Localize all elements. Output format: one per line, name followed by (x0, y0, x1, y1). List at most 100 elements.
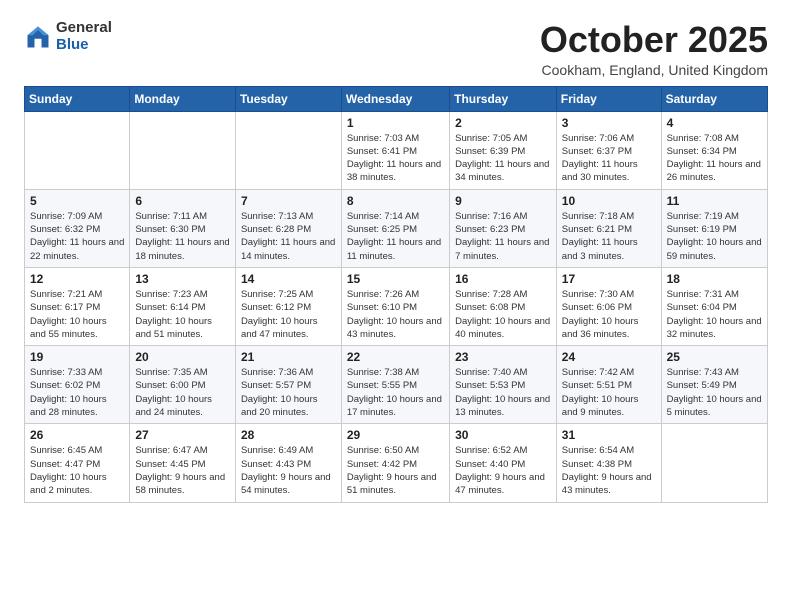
calendar-cell: 5 Sunrise: 7:09 AM Sunset: 6:32 PM Daylig… (25, 189, 130, 267)
day-number: 22 (347, 350, 444, 364)
day-number: 12 (30, 272, 124, 286)
day-number: 14 (241, 272, 336, 286)
day-info: Sunrise: 7:05 AM Sunset: 6:39 PM Dayligh… (455, 132, 551, 185)
day-number: 31 (562, 428, 656, 442)
calendar-cell: 21 Sunrise: 7:36 AM Sunset: 5:57 PM Dayli… (235, 346, 341, 424)
day-info: Sunrise: 7:08 AM Sunset: 6:34 PM Dayligh… (667, 132, 762, 185)
day-number: 29 (347, 428, 444, 442)
day-info: Sunrise: 7:19 AM Sunset: 6:19 PM Dayligh… (667, 210, 762, 263)
calendar-cell: 11 Sunrise: 7:19 AM Sunset: 6:19 PM Dayli… (661, 189, 767, 267)
day-info: Sunrise: 7:25 AM Sunset: 6:12 PM Dayligh… (241, 288, 336, 341)
day-number: 5 (30, 194, 124, 208)
calendar-cell: 28Sunrise: 6:49 AM Sunset: 4:43 PM Dayli… (235, 424, 341, 502)
calendar-cell: 26 Sunrise: 6:45 AM Sunset: 4:47 PM Dayli… (25, 424, 130, 502)
day-info: Sunrise: 6:54 AM Sunset: 4:38 PM Dayligh… (562, 444, 656, 497)
calendar-cell (130, 111, 236, 189)
calendar-cell: 25Sunrise: 7:43 AM Sunset: 5:49 PM Dayli… (661, 346, 767, 424)
calendar-cell: 31 Sunrise: 6:54 AM Sunset: 4:38 PM Dayli… (556, 424, 661, 502)
calendar-cell: 9Sunrise: 7:16 AM Sunset: 6:23 PM Daylig… (450, 189, 557, 267)
day-info: Sunrise: 7:30 AM Sunset: 6:06 PM Dayligh… (562, 288, 656, 341)
day-number: 3 (562, 116, 656, 130)
day-number: 27 (135, 428, 230, 442)
calendar-cell (235, 111, 341, 189)
month-title: October 2025 (540, 20, 768, 60)
day-number: 2 (455, 116, 551, 130)
day-info: Sunrise: 7:21 AM Sunset: 6:17 PM Dayligh… (30, 288, 124, 341)
day-info: Sunrise: 7:14 AM Sunset: 6:25 PM Dayligh… (347, 210, 444, 263)
calendar-cell (25, 111, 130, 189)
day-number: 26 (30, 428, 124, 442)
day-number: 28 (241, 428, 336, 442)
calendar-cell: 3 Sunrise: 7:06 AM Sunset: 6:37 PM Daylig… (556, 111, 661, 189)
calendar-cell: 7Sunrise: 7:13 AM Sunset: 6:28 PM Daylig… (235, 189, 341, 267)
day-number: 24 (562, 350, 656, 364)
calendar-header-row: Sunday Monday Tuesday Wednesday Thursday… (25, 86, 768, 111)
col-wednesday: Wednesday (341, 86, 449, 111)
page: General Blue October 2025 Cookham, Engla… (0, 0, 792, 519)
day-number: 7 (241, 194, 336, 208)
calendar-cell: 10 Sunrise: 7:18 AM Sunset: 6:21 PM Dayli… (556, 189, 661, 267)
logo: General Blue (24, 20, 112, 53)
calendar-cell: 14 Sunrise: 7:25 AM Sunset: 6:12 PM Dayli… (235, 267, 341, 345)
calendar-cell: 29Sunrise: 6:50 AM Sunset: 4:42 PM Dayli… (341, 424, 449, 502)
day-number: 20 (135, 350, 230, 364)
day-info: Sunrise: 7:18 AM Sunset: 6:21 PM Dayligh… (562, 210, 656, 263)
header: General Blue October 2025 Cookham, Engla… (24, 20, 768, 78)
day-info: Sunrise: 7:06 AM Sunset: 6:37 PM Dayligh… (562, 132, 656, 185)
day-info: Sunrise: 7:28 AM Sunset: 6:08 PM Dayligh… (455, 288, 551, 341)
day-number: 23 (455, 350, 551, 364)
col-thursday: Thursday (450, 86, 557, 111)
col-tuesday: Tuesday (235, 86, 341, 111)
day-number: 6 (135, 194, 230, 208)
logo-general-text: General (56, 20, 112, 37)
day-info: Sunrise: 6:45 AM Sunset: 4:47 PM Dayligh… (30, 444, 124, 497)
day-info: Sunrise: 7:35 AM Sunset: 6:00 PM Dayligh… (135, 366, 230, 419)
col-sunday: Sunday (25, 86, 130, 111)
calendar-cell: 30 Sunrise: 6:52 AM Sunset: 4:40 PM Dayli… (450, 424, 557, 502)
day-info: Sunrise: 7:09 AM Sunset: 6:32 PM Dayligh… (30, 210, 124, 263)
calendar-cell: 19Sunrise: 7:33 AM Sunset: 6:02 PM Dayli… (25, 346, 130, 424)
calendar-cell (661, 424, 767, 502)
calendar-cell: 12 Sunrise: 7:21 AM Sunset: 6:17 PM Dayli… (25, 267, 130, 345)
calendar-cell: 13Sunrise: 7:23 AM Sunset: 6:14 PM Dayli… (130, 267, 236, 345)
day-number: 30 (455, 428, 551, 442)
day-number: 21 (241, 350, 336, 364)
day-number: 15 (347, 272, 444, 286)
day-info: Sunrise: 7:36 AM Sunset: 5:57 PM Dayligh… (241, 366, 336, 419)
day-number: 9 (455, 194, 551, 208)
week-row-5: 26 Sunrise: 6:45 AM Sunset: 4:47 PM Dayli… (25, 424, 768, 502)
day-info: Sunrise: 7:26 AM Sunset: 6:10 PM Dayligh… (347, 288, 444, 341)
calendar-cell: 1Sunrise: 7:03 AM Sunset: 6:41 PM Daylig… (341, 111, 449, 189)
calendar-cell: 4 Sunrise: 7:08 AM Sunset: 6:34 PM Daylig… (661, 111, 767, 189)
day-info: Sunrise: 6:52 AM Sunset: 4:40 PM Dayligh… (455, 444, 551, 497)
logo-icon (24, 23, 52, 51)
day-info: Sunrise: 7:40 AM Sunset: 5:53 PM Dayligh… (455, 366, 551, 419)
day-number: 4 (667, 116, 762, 130)
day-number: 8 (347, 194, 444, 208)
day-number: 16 (455, 272, 551, 286)
calendar-cell: 6Sunrise: 7:11 AM Sunset: 6:30 PM Daylig… (130, 189, 236, 267)
day-info: Sunrise: 7:43 AM Sunset: 5:49 PM Dayligh… (667, 366, 762, 419)
calendar-cell: 2 Sunrise: 7:05 AM Sunset: 6:39 PM Daylig… (450, 111, 557, 189)
day-number: 18 (667, 272, 762, 286)
calendar-cell: 16 Sunrise: 7:28 AM Sunset: 6:08 PM Dayli… (450, 267, 557, 345)
week-row-3: 12 Sunrise: 7:21 AM Sunset: 6:17 PM Dayli… (25, 267, 768, 345)
day-number: 11 (667, 194, 762, 208)
calendar-cell: 20 Sunrise: 7:35 AM Sunset: 6:00 PM Dayli… (130, 346, 236, 424)
calendar-cell: 24 Sunrise: 7:42 AM Sunset: 5:51 PM Dayli… (556, 346, 661, 424)
day-number: 1 (347, 116, 444, 130)
calendar-cell: 8 Sunrise: 7:14 AM Sunset: 6:25 PM Daylig… (341, 189, 449, 267)
calendar-cell: 23 Sunrise: 7:40 AM Sunset: 5:53 PM Dayli… (450, 346, 557, 424)
logo-text: General Blue (56, 20, 112, 53)
day-info: Sunrise: 7:31 AM Sunset: 6:04 PM Dayligh… (667, 288, 762, 341)
day-number: 10 (562, 194, 656, 208)
col-saturday: Saturday (661, 86, 767, 111)
calendar-cell: 15 Sunrise: 7:26 AM Sunset: 6:10 PM Dayli… (341, 267, 449, 345)
calendar-table: Sunday Monday Tuesday Wednesday Thursday… (24, 86, 768, 503)
day-info: Sunrise: 7:23 AM Sunset: 6:14 PM Dayligh… (135, 288, 230, 341)
week-row-1: 1Sunrise: 7:03 AM Sunset: 6:41 PM Daylig… (25, 111, 768, 189)
calendar-cell: 17Sunrise: 7:30 AM Sunset: 6:06 PM Dayli… (556, 267, 661, 345)
logo-blue-text: Blue (56, 37, 112, 54)
title-block: October 2025 Cookham, England, United Ki… (540, 20, 768, 78)
day-info: Sunrise: 7:42 AM Sunset: 5:51 PM Dayligh… (562, 366, 656, 419)
